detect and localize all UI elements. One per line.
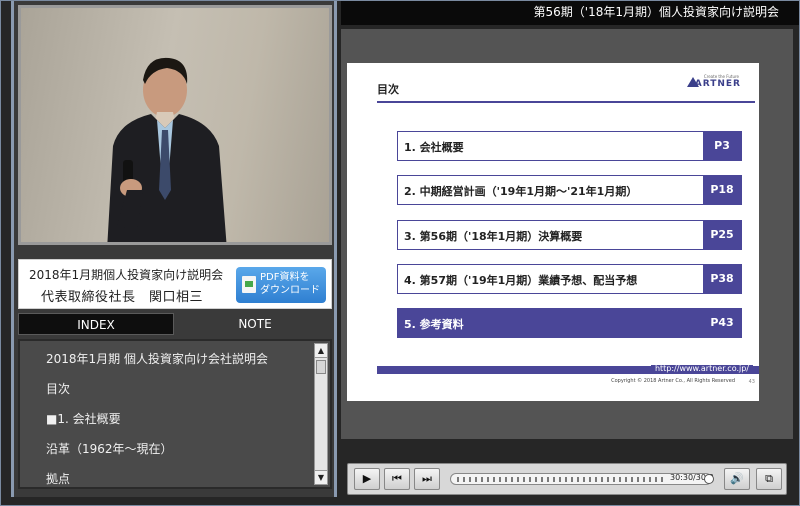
chapter-marks [457, 477, 667, 482]
presenter-info: 2018年1月期個人投資家向け説明会 代表取締役社長 関口相三 PDF資料を ダ… [18, 259, 332, 309]
slide: 目次 Create the Future ARTNER 1. 会社概要 P3 2… [347, 63, 759, 401]
toc-page: P18 [703, 176, 741, 204]
toc-item[interactable]: 2. 中期経営計画（'19年1月期～'21年1月期） P18 [397, 175, 742, 205]
company-url: http://www.artner.co.jp/ [650, 365, 753, 373]
list-item[interactable]: 沿革（1962年～現在） [46, 440, 173, 457]
fullscreen-icon[interactable]: ⧉ [756, 468, 782, 490]
slide-stage: 目次 Create the Future ARTNER 1. 会社概要 P3 2… [341, 29, 793, 439]
toc-item[interactable]: 3. 第56期（'18年1月期）決算概要 P25 [397, 220, 742, 250]
toc-label: 3. 第56期（'18年1月期）決算概要 [404, 230, 583, 243]
toc-item[interactable]: 4. 第57期（'19年1月期）業績予想、配当予想 P38 [397, 264, 742, 294]
left-panel: 2018年1月期個人投資家向け説明会 代表取締役社長 関口相三 PDF資料を ダ… [11, 1, 337, 497]
scroll-down-icon[interactable]: ▼ [315, 470, 327, 484]
player-controls: ▶ ⏮ ⏭ 30:30/30:3 🔊 ⧉ [347, 463, 787, 495]
index-list: 2018年1月期 個人投資家向け会社説明会 目次 ■1. 会社概要 沿革（196… [18, 339, 332, 489]
list-item[interactable]: ■1. 会社概要 [46, 410, 121, 427]
slide-heading: 目次 [377, 83, 399, 96]
company-logo: ARTNER [694, 79, 741, 89]
presenter-name: 代表取締役社長 関口相三 [41, 290, 204, 305]
video-player[interactable] [18, 5, 332, 245]
play-icon[interactable]: ▶ [354, 468, 380, 490]
list-item[interactable]: 拠点 [46, 470, 70, 487]
toc-page: P3 [703, 132, 741, 160]
pdf-download-label: PDF資料を ダウンロード [260, 272, 320, 296]
tab-note[interactable]: NOTE [178, 313, 332, 335]
event-title: 2018年1月期個人投資家向け説明会 [29, 268, 224, 282]
toc-page: P38 [703, 265, 741, 293]
list-item[interactable]: 目次 [46, 380, 70, 397]
player-window: 2018年1月期個人投資家向け説明会 代表取締役社長 関口相三 PDF資料を ダ… [0, 0, 800, 506]
toc-label: 4. 第57期（'19年1月期）業績予想、配当予想 [404, 274, 638, 287]
tab-index[interactable]: INDEX [18, 313, 174, 335]
window-title: 第56期（'18年1月期）個人投資家向け説明会 [341, 1, 799, 25]
index-scrollbar[interactable]: ▲ ▼ [314, 343, 328, 485]
seek-knob[interactable] [704, 474, 714, 484]
pdf-download-button[interactable]: PDF資料を ダウンロード [236, 267, 326, 303]
previous-icon[interactable]: ⏮ [384, 468, 410, 490]
toc-label: 5. 参考資料 [404, 318, 464, 331]
toc-label: 1. 会社概要 [404, 141, 464, 154]
copyright: Copyright © 2018 Artner Co., All Rights … [611, 378, 735, 384]
heading-rule [377, 101, 755, 103]
toc-page: P43 [703, 309, 741, 337]
slide-page-number: 43 [748, 379, 755, 385]
toc-item-active[interactable]: 5. 参考資料 P43 [397, 308, 742, 338]
scroll-thumb[interactable] [316, 360, 326, 374]
toc-page: P25 [703, 221, 741, 249]
scroll-up-icon[interactable]: ▲ [315, 344, 327, 358]
panel-tabs: INDEX NOTE [18, 313, 332, 337]
list-item[interactable]: 2018年1月期 個人投資家向け会社説明会 [46, 350, 268, 367]
toc-label: 2. 中期経営計画（'19年1月期～'21年1月期） [404, 185, 638, 198]
pdf-file-icon [242, 276, 256, 293]
volume-icon[interactable]: 🔊 [724, 468, 750, 490]
toc-item[interactable]: 1. 会社概要 P3 [397, 131, 742, 161]
next-icon[interactable]: ⏭ [414, 468, 440, 490]
speaker-video-frame [107, 57, 227, 242]
